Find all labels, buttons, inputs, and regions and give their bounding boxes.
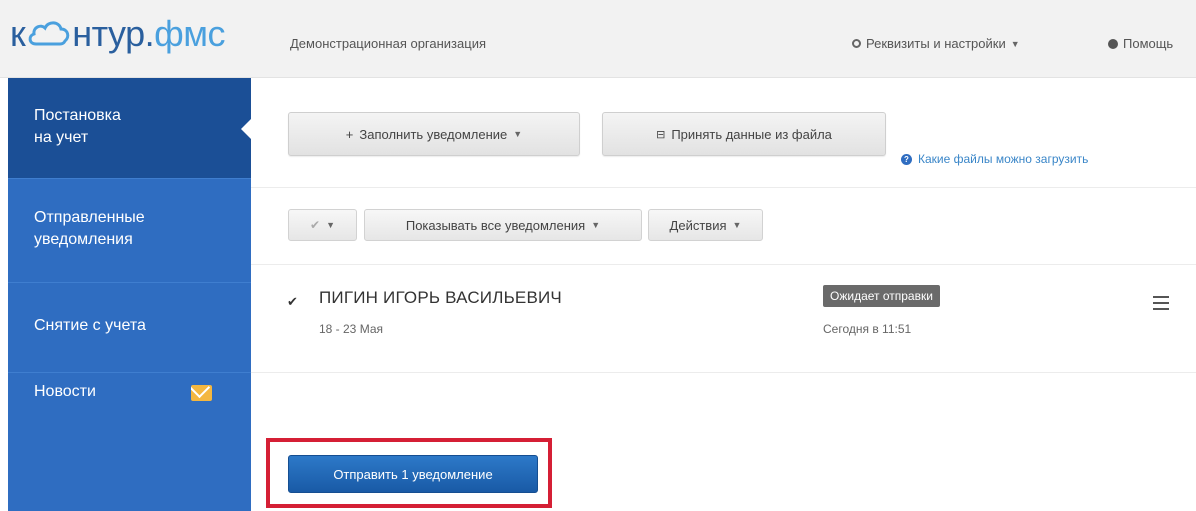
- sidebar-item-label: Новости: [34, 383, 96, 400]
- timestamp: Сегодня в 11:51: [823, 322, 912, 336]
- table-row[interactable]: ✔ ПИГИН ИГОРЬ ВАСИЛЬЕВИЧ 18 - 23 Мая Ожи…: [251, 266, 1196, 373]
- sidebar-item-registration[interactable]: Постановка на учет: [8, 78, 252, 179]
- question-icon: ?: [901, 153, 912, 165]
- gear-icon: [852, 39, 861, 48]
- chevron-down-icon: ▼: [1010, 38, 1020, 49]
- sidebar-item-deregistration[interactable]: Снятие с учета: [8, 283, 251, 373]
- sidebar-item-sent[interactable]: Отправленные уведомления: [8, 179, 251, 283]
- hamburger-menu-icon[interactable]: [1153, 296, 1169, 310]
- chevron-down-icon: ▼: [513, 129, 523, 139]
- import-file-button[interactable]: ⊟ Принять данные из файла: [602, 112, 886, 156]
- show-filter-label: Показывать все уведомления: [405, 217, 586, 233]
- help-link[interactable]: Помощь: [1108, 36, 1173, 51]
- action-toolbar: + Заполнить уведомление ▼ ⊟ Принять данн…: [251, 78, 1196, 188]
- help-icon: [1108, 38, 1118, 49]
- cloud-logo-icon: [28, 21, 70, 46]
- help-label: Помощь: [1123, 36, 1174, 51]
- select-all-dropdown[interactable]: ✔ ▼: [288, 209, 357, 241]
- chevron-down-icon: ▼: [732, 220, 742, 230]
- sidebar-item-label: Отправленные уведомления: [34, 209, 145, 248]
- stay-dates: 18 - 23 Мая: [319, 322, 383, 336]
- app-header: к нтур. фмс Демонстрационная организация…: [0, 0, 1196, 78]
- actions-label: Действия: [669, 217, 727, 233]
- status-badge: Ожидает отправки: [823, 285, 940, 307]
- sidebar-item-news[interactable]: Новости: [8, 373, 251, 443]
- logo-text-part1: к: [10, 13, 26, 54]
- row-checkbox[interactable]: ✔: [287, 294, 298, 310]
- show-filter-dropdown[interactable]: Показывать все уведомления ▼: [364, 209, 642, 241]
- chevron-down-icon: ▼: [326, 220, 335, 230]
- sidebar-item-label: Постановка на учет: [34, 107, 121, 146]
- sidebar: Постановка на учет Отправленные уведомле…: [8, 78, 252, 511]
- send-notification-button[interactable]: Отправить 1 уведомление: [288, 455, 538, 493]
- organization-name: Демонстрационная организация: [290, 36, 486, 51]
- mail-icon: [191, 385, 212, 401]
- import-icon: ⊟: [656, 128, 666, 141]
- sidebar-item-label: Снятие с учета: [34, 317, 146, 334]
- checkmark-icon: ✔: [310, 218, 321, 232]
- person-name: ПИГИН ИГОРЬ ВАСИЛЬЕВИЧ: [319, 288, 562, 307]
- plus-icon: +: [345, 126, 354, 142]
- fill-notification-label: Заполнить уведомление: [359, 126, 508, 142]
- import-file-label: Принять данные из файла: [671, 126, 832, 142]
- supported-files-label: Какие файлы можно загрузить: [918, 152, 1089, 166]
- chevron-down-icon: ▼: [591, 220, 601, 230]
- logo-text-part3: фмс: [154, 13, 226, 54]
- kontur-logo[interactable]: к нтур. фмс: [10, 13, 226, 54]
- settings-label: Реквизиты и настройки: [866, 36, 1006, 51]
- actions-dropdown[interactable]: Действия ▼: [648, 209, 763, 241]
- logo-text-part2: нтур.: [72, 13, 155, 54]
- supported-files-link[interactable]: ? Какие файлы можно загрузить: [901, 152, 1088, 166]
- settings-menu[interactable]: Реквизиты и настройки ▼: [852, 36, 1020, 51]
- filter-toolbar: ✔ ▼ Показывать все уведомления ▼ Действи…: [251, 189, 1196, 265]
- fill-notification-button[interactable]: + Заполнить уведомление ▼: [288, 112, 580, 156]
